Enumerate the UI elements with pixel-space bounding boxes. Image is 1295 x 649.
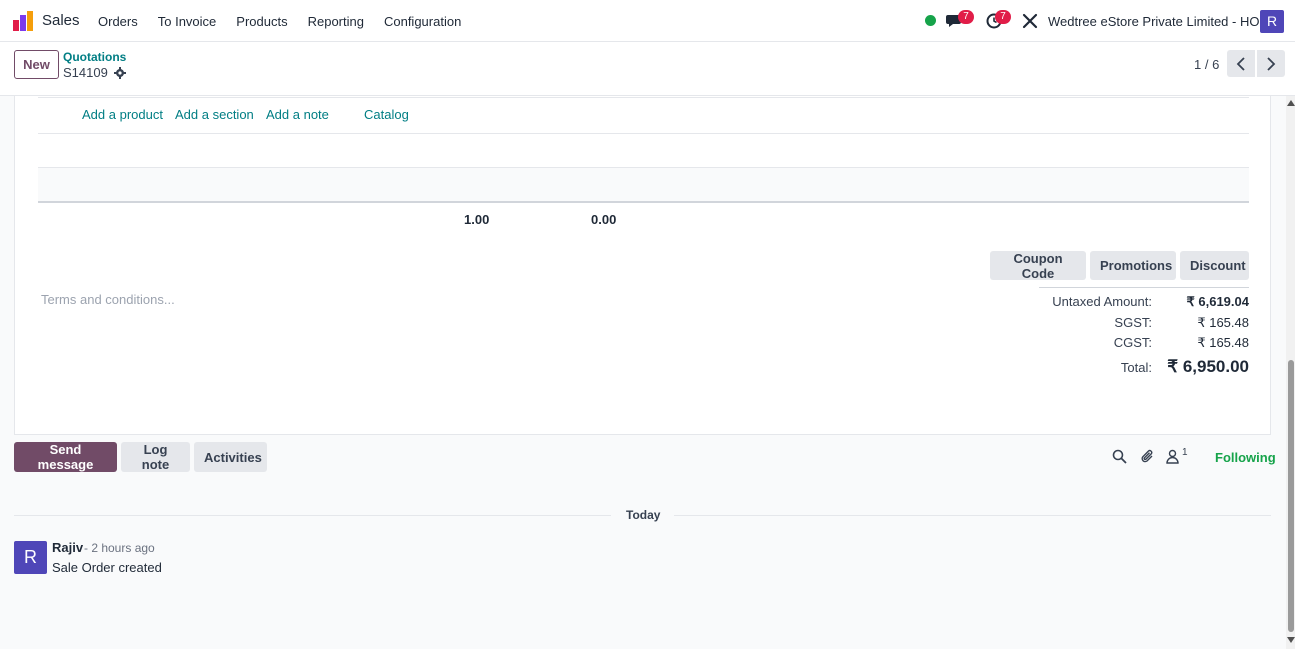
cgst-label: CGST: bbox=[1113, 335, 1152, 350]
followers-icon[interactable] bbox=[1165, 449, 1180, 464]
menu-to-invoice[interactable]: To Invoice bbox=[158, 14, 217, 29]
sgst-value: ₹ 165.48 bbox=[1197, 315, 1249, 330]
total-value: ₹ 6,950.00 bbox=[1167, 357, 1249, 376]
divider bbox=[38, 97, 1249, 98]
debug-tools-icon[interactable] bbox=[1022, 13, 1038, 29]
menu-reporting[interactable]: Reporting bbox=[308, 14, 364, 29]
total-label: Total: bbox=[1120, 360, 1152, 375]
company-switcher[interactable]: Wedtree eStore Private Limited - HO bbox=[1048, 14, 1259, 29]
form-sheet: Add a product Add a section Add a note C… bbox=[14, 96, 1271, 435]
divider bbox=[14, 515, 611, 516]
message-author[interactable]: Rajiv bbox=[52, 540, 83, 555]
new-button[interactable]: New bbox=[14, 50, 59, 79]
online-status-icon bbox=[925, 15, 936, 26]
sum-value: 0.00 bbox=[591, 212, 617, 227]
sales-app-icon[interactable] bbox=[13, 11, 33, 31]
activity-badge: 7 bbox=[995, 10, 1011, 24]
divider bbox=[38, 201, 1249, 203]
record-title: S14109 bbox=[63, 65, 108, 80]
user-avatar[interactable]: R bbox=[1260, 10, 1284, 33]
main-menu: Orders To Invoice Products Reporting Con… bbox=[98, 14, 481, 29]
gear-icon[interactable] bbox=[113, 66, 126, 79]
divider bbox=[674, 515, 1271, 516]
message-body: Sale Order created bbox=[52, 560, 162, 575]
message-time: - 2 hours ago bbox=[84, 541, 155, 555]
record-name: S14109 bbox=[63, 65, 126, 80]
terms-input[interactable]: Terms and conditions... bbox=[41, 292, 175, 307]
sum-quantity: 1.00 bbox=[464, 212, 490, 227]
message-author-avatar[interactable]: R bbox=[14, 541, 47, 574]
activities-button[interactable]: Activities bbox=[194, 442, 267, 472]
menu-products[interactable]: Products bbox=[236, 14, 287, 29]
menu-orders[interactable]: Orders bbox=[98, 14, 138, 29]
add-note-link[interactable]: Add a note bbox=[266, 107, 329, 122]
untaxed-label: Untaxed Amount: bbox=[1052, 294, 1152, 309]
catalog-link[interactable]: Catalog bbox=[364, 107, 409, 122]
chevron-left-icon bbox=[1236, 56, 1245, 71]
breadcrumb-quotations[interactable]: Quotations bbox=[63, 50, 126, 64]
cgst-value: ₹ 165.48 bbox=[1197, 335, 1249, 350]
scroll-down-arrow-icon[interactable] bbox=[1287, 636, 1295, 644]
divider bbox=[38, 133, 1249, 134]
add-product-link[interactable]: Add a product bbox=[82, 107, 163, 122]
coupon-code-button[interactable]: Coupon Code bbox=[990, 251, 1086, 281]
date-separator: Today bbox=[626, 508, 661, 522]
following-button[interactable]: Following bbox=[1215, 450, 1276, 465]
add-section-link[interactable]: Add a section bbox=[175, 107, 254, 122]
menu-configuration[interactable]: Configuration bbox=[384, 14, 461, 29]
log-note-button[interactable]: Log note bbox=[121, 442, 190, 472]
pager-next-button[interactable] bbox=[1257, 50, 1285, 77]
scrollbar-thumb[interactable] bbox=[1288, 360, 1294, 632]
empty-row bbox=[38, 168, 1249, 202]
search-icon[interactable] bbox=[1112, 449, 1127, 464]
send-message-button[interactable]: Send message bbox=[14, 442, 117, 472]
follower-count: 1 bbox=[1182, 447, 1188, 458]
paperclip-icon[interactable] bbox=[1140, 449, 1155, 464]
scroll-up-arrow-icon[interactable] bbox=[1287, 99, 1295, 107]
chevron-right-icon bbox=[1267, 56, 1276, 71]
discount-button[interactable]: Discount bbox=[1180, 251, 1249, 280]
app-name[interactable]: Sales bbox=[42, 12, 80, 29]
promotions-button[interactable]: Promotions bbox=[1090, 251, 1176, 280]
pager-value[interactable]: 1 / 6 bbox=[1194, 57, 1219, 72]
top-navbar: Sales Orders To Invoice Products Reporti… bbox=[0, 0, 1295, 42]
control-panel: New Quotations S14109 1 / 6 bbox=[0, 42, 1295, 96]
tax-totals: Untaxed Amount: ₹ 6,619.04 SGST: ₹ 165.4… bbox=[1039, 287, 1249, 376]
sgst-label: SGST: bbox=[1114, 315, 1152, 330]
chat-badge: 7 bbox=[958, 10, 974, 24]
untaxed-value: ₹ 6,619.04 bbox=[1186, 294, 1250, 309]
pager-previous-button[interactable] bbox=[1227, 50, 1255, 77]
